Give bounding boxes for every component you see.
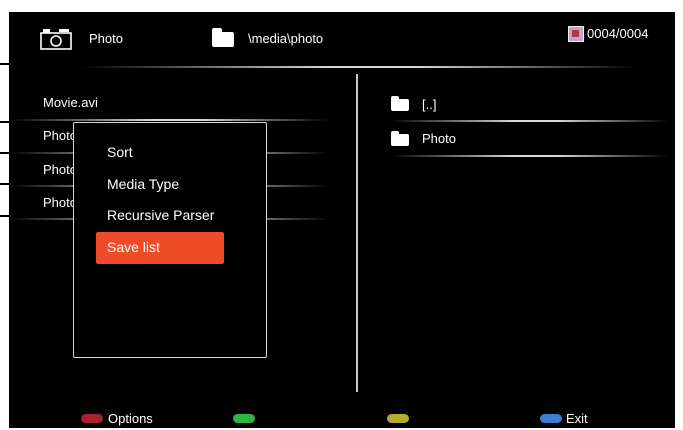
media-browser-screen: Photo \media\photo 0004/0004 Movie.avi P… — [9, 12, 675, 428]
list-item[interactable]: Photo — [43, 128, 77, 143]
blue-key-icon[interactable] — [540, 414, 562, 423]
menu-item-save-list-label: Save list — [107, 239, 160, 255]
pane-divider — [356, 74, 358, 392]
exit-label[interactable]: Exit — [566, 411, 588, 426]
menu-item-media-type[interactable]: Media Type — [107, 176, 179, 192]
folder-icon — [391, 131, 409, 146]
source-label: Photo — [89, 31, 123, 46]
item-counter: 0004/0004 — [587, 26, 649, 41]
camera-icon — [40, 29, 72, 50]
list-divider — [9, 119, 329, 121]
folder-icon — [212, 28, 234, 47]
menu-item-save-list[interactable]: Save list — [96, 232, 224, 264]
list-item[interactable]: Movie.avi — [43, 95, 98, 110]
folder-item-photo[interactable]: Photo — [422, 131, 456, 146]
menu-item-sort[interactable]: Sort — [107, 144, 133, 160]
list-item[interactable]: Photo — [43, 162, 77, 177]
list-divider — [389, 155, 669, 157]
green-key-icon[interactable] — [233, 414, 255, 423]
folder-icon — [391, 96, 409, 111]
options-popup-menu: Sort Media Type Recursive Parser Save li… — [73, 122, 267, 358]
yellow-key-icon[interactable] — [387, 414, 409, 423]
options-label[interactable]: Options — [108, 411, 153, 426]
header-divider — [79, 66, 639, 68]
current-path: \media\photo — [248, 31, 324, 46]
folder-item-parent[interactable]: [..] — [422, 97, 436, 112]
menu-item-recursive-parser[interactable]: Recursive Parser — [107, 207, 214, 223]
photo-thumbnail-icon — [568, 26, 584, 42]
list-divider — [389, 120, 669, 122]
red-key-icon[interactable] — [81, 414, 103, 423]
list-item[interactable]: Photo — [43, 195, 77, 210]
